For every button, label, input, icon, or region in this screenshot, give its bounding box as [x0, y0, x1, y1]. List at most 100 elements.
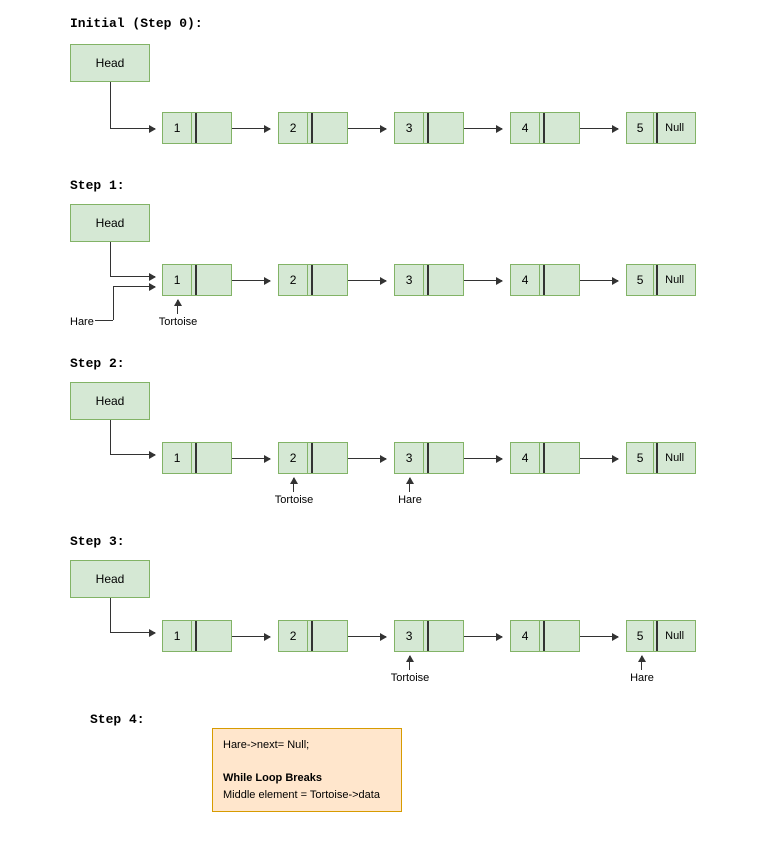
node-data: 2	[279, 113, 308, 143]
node-5: 5 Null	[626, 112, 696, 144]
link-arrow	[464, 128, 502, 129]
diagram-canvas: Initial (Step 0): Head 1 2 3 4 5 Null St…	[0, 0, 770, 860]
node-2: 2	[278, 620, 348, 652]
head-box: Head	[70, 44, 150, 82]
step4-title: Step 4:	[90, 712, 145, 727]
node-ptr	[192, 265, 231, 295]
node-2: 2	[278, 112, 348, 144]
link-arrow	[580, 636, 618, 637]
link-arrow	[464, 280, 502, 281]
up-arrow-icon	[409, 656, 410, 670]
node-5: 5 Null	[626, 264, 696, 296]
step0-title: Initial (Step 0):	[70, 16, 203, 31]
node-ptr	[192, 113, 231, 143]
node-ptr	[424, 265, 463, 295]
node-ptr	[540, 621, 579, 651]
node-5: 5 Null	[626, 442, 696, 474]
up-arrow-icon	[641, 656, 642, 670]
node-3: 3	[394, 112, 464, 144]
node-ptr	[192, 621, 231, 651]
link-arrow	[232, 636, 270, 637]
node-4: 4	[510, 442, 580, 474]
node-1: 1	[162, 112, 232, 144]
node-ptr	[192, 443, 231, 473]
hare-label: Hare	[394, 494, 426, 506]
node-data: 1	[163, 265, 192, 295]
node-4: 4	[510, 264, 580, 296]
node-ptr	[540, 443, 579, 473]
link-arrow	[580, 128, 618, 129]
node-1: 1	[162, 442, 232, 474]
node-data: 4	[511, 113, 540, 143]
link-arrow	[580, 280, 618, 281]
node-data: 2	[279, 265, 308, 295]
up-arrow-icon	[293, 478, 294, 492]
head-box: Head	[70, 382, 150, 420]
node-3: 3	[394, 620, 464, 652]
node-null: Null	[654, 113, 695, 143]
node-ptr	[424, 621, 463, 651]
node-1: 1	[162, 620, 232, 652]
node-data: 3	[395, 443, 424, 473]
node-data: 4	[511, 443, 540, 473]
tortoise-label: Tortoise	[155, 316, 201, 328]
link-arrow	[464, 636, 502, 637]
node-4: 4	[510, 620, 580, 652]
info-box: Hare->next= Null; While Loop Breaks Midd…	[212, 728, 402, 812]
head-box: Head	[70, 560, 150, 598]
node-2: 2	[278, 264, 348, 296]
node-data: 3	[395, 265, 424, 295]
head-label: Head	[96, 572, 125, 586]
node-data: 1	[163, 443, 192, 473]
hare-label: Hare	[70, 316, 94, 328]
info-line1: Hare->next= Null;	[223, 737, 391, 754]
link-arrow	[348, 280, 386, 281]
node-ptr	[308, 265, 347, 295]
tortoise-label: Tortoise	[271, 494, 317, 506]
node-data: 5	[627, 113, 654, 143]
node-data: 5	[627, 265, 654, 295]
node-ptr	[424, 113, 463, 143]
node-null: Null	[654, 443, 695, 473]
link-arrow	[464, 458, 502, 459]
node-data: 2	[279, 621, 308, 651]
link-arrow	[348, 636, 386, 637]
node-data: 5	[627, 621, 654, 651]
link-arrow	[348, 128, 386, 129]
info-line3: Middle element = Tortoise->data	[223, 787, 391, 804]
link-arrow	[580, 458, 618, 459]
hare-label: Hare	[626, 672, 658, 684]
up-arrow-icon	[177, 300, 178, 314]
head-label: Head	[96, 216, 125, 230]
node-3: 3	[394, 442, 464, 474]
link-arrow	[232, 128, 270, 129]
node-2: 2	[278, 442, 348, 474]
link-arrow	[348, 458, 386, 459]
tortoise-label: Tortoise	[387, 672, 433, 684]
node-data: 3	[395, 621, 424, 651]
head-label: Head	[96, 56, 125, 70]
node-5: 5 Null	[626, 620, 696, 652]
node-ptr	[308, 621, 347, 651]
info-line2: While Loop Breaks	[223, 770, 391, 787]
node-data: 4	[511, 265, 540, 295]
step3-title: Step 3:	[70, 534, 125, 549]
node-null: Null	[654, 265, 695, 295]
node-1: 1	[162, 264, 232, 296]
step2-title: Step 2:	[70, 356, 125, 371]
node-data: 4	[511, 621, 540, 651]
node-data: 2	[279, 443, 308, 473]
node-ptr	[424, 443, 463, 473]
step1-title: Step 1:	[70, 178, 125, 193]
head-box: Head	[70, 204, 150, 242]
link-arrow	[232, 458, 270, 459]
node-data: 3	[395, 113, 424, 143]
node-4: 4	[510, 112, 580, 144]
node-ptr	[540, 265, 579, 295]
up-arrow-icon	[409, 478, 410, 492]
node-ptr	[308, 443, 347, 473]
node-data: 1	[163, 621, 192, 651]
node-ptr	[308, 113, 347, 143]
node-3: 3	[394, 264, 464, 296]
link-arrow	[232, 280, 270, 281]
